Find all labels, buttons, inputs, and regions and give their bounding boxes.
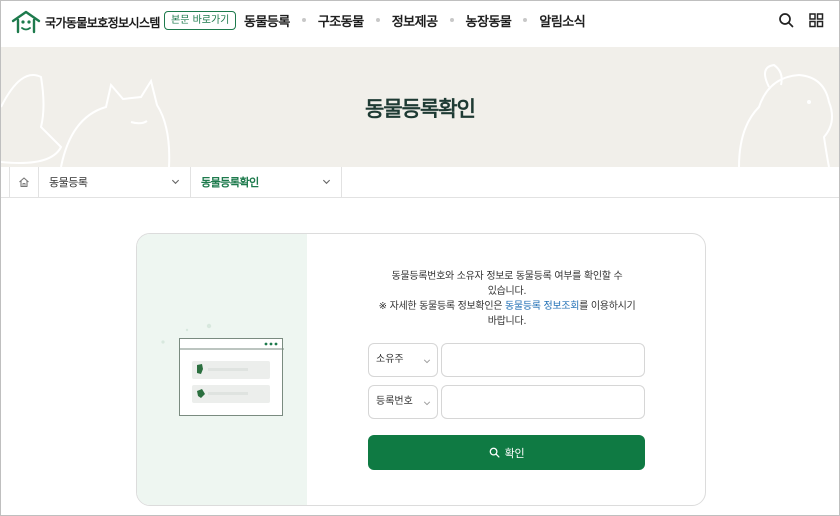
description-text: ※ 자세한 동물등록 정보확인은 <box>378 301 506 312</box>
site-logo[interactable]: 국가동물보호정보시스템 <box>11 9 160 35</box>
owner-type-select[interactable]: 소유주 <box>368 343 438 377</box>
nav-separator <box>375 18 380 22</box>
confirm-button-label: 확인 <box>504 446 525 460</box>
nav-item-rescue[interactable]: 구조동물 <box>318 11 364 30</box>
search-icon[interactable] <box>778 12 794 28</box>
nav-separator <box>301 18 306 22</box>
form-description: 동물등록번호와 소유자 정보로 동물등록 여부를 확인할 수 있습니다. ※ 자… <box>362 269 652 329</box>
registration-info-lookup-link[interactable]: 동물등록 정보조회 <box>505 301 579 312</box>
breadcrumb-level2-label: 동물등록확인 <box>201 176 259 189</box>
registration-number-select-value: 등록번호 <box>376 396 413 407</box>
card-illustration-panel <box>137 234 307 505</box>
card-form-panel: 동물등록번호와 소유자 정보로 동물등록 여부를 확인할 수 있습니다. ※ 자… <box>307 234 705 505</box>
description-text: 를 이용하시기 <box>579 301 636 312</box>
description-line: 바랍니다. <box>487 316 527 327</box>
skip-to-content-button[interactable]: 본문 바로가기 <box>164 11 237 30</box>
breadcrumb-home[interactable] <box>9 167 39 197</box>
nav-item-farm[interactable]: 농장동물 <box>466 11 512 30</box>
browser-window-illustration <box>179 338 284 416</box>
home-icon <box>19 177 29 188</box>
registration-list-icon <box>180 342 284 403</box>
owner-input[interactable] <box>441 343 645 377</box>
registration-number-select[interactable]: 등록번호 <box>368 385 438 419</box>
logo-icon <box>11 10 41 34</box>
chevron-down-icon <box>423 359 431 364</box>
main-nav: 동물등록 구조동물 정보제공 농장동물 알림소식 <box>244 9 586 31</box>
nav-item-info[interactable]: 정보제공 <box>392 11 438 30</box>
header: 국가동물보호정보시스템 본문 바로가기 동물등록 구조동물 정보제공 농장동물 … <box>1 1 839 47</box>
page-title: 동물등록확인 <box>365 97 476 121</box>
chevron-down-icon <box>423 401 431 406</box>
breadcrumb: 동물등록 동물등록확인 <box>1 167 839 198</box>
breadcrumb-level1-label: 동물등록 <box>49 176 88 189</box>
description-line: ※ 자세한 동물등록 정보확인은 동물등록 정보조회를 이용하시기 <box>362 299 652 314</box>
owner-type-select-value: 소유주 <box>376 354 404 365</box>
nav-separator <box>523 18 528 22</box>
description-line: 동물등록번호와 소유자 정보로 동물등록 여부를 확인할 수 <box>391 271 623 282</box>
breadcrumb-level1-dropdown[interactable]: 동물등록 <box>39 167 191 197</box>
chevron-down-icon <box>171 179 180 185</box>
all-menu-icon[interactable] <box>808 12 824 28</box>
chevron-down-icon <box>322 179 331 185</box>
hero-banner: 동물등록확인 <box>1 47 839 167</box>
registration-number-input[interactable] <box>441 385 645 419</box>
site-name: 국가동물보호정보시스템 <box>45 15 160 30</box>
nav-item-registration[interactable]: 동물등록 <box>244 11 290 30</box>
breadcrumb-level2-dropdown[interactable]: 동물등록확인 <box>191 167 342 197</box>
registration-check-card: 동물등록번호와 소유자 정보로 동물등록 여부를 확인할 수 있습니다. ※ 자… <box>136 233 706 506</box>
registration-number-field-row: 등록번호 <box>368 385 646 419</box>
nav-separator <box>449 18 454 22</box>
search-icon <box>489 447 500 458</box>
page-frame: 국가동물보호정보시스템 본문 바로가기 동물등록 구조동물 정보제공 농장동물 … <box>0 0 840 516</box>
confirm-button[interactable]: 확인 <box>368 435 645 470</box>
description-line: 있습니다. <box>487 286 527 297</box>
owner-field-row: 소유주 <box>368 343 646 377</box>
nav-item-news[interactable]: 알림소식 <box>539 11 585 30</box>
